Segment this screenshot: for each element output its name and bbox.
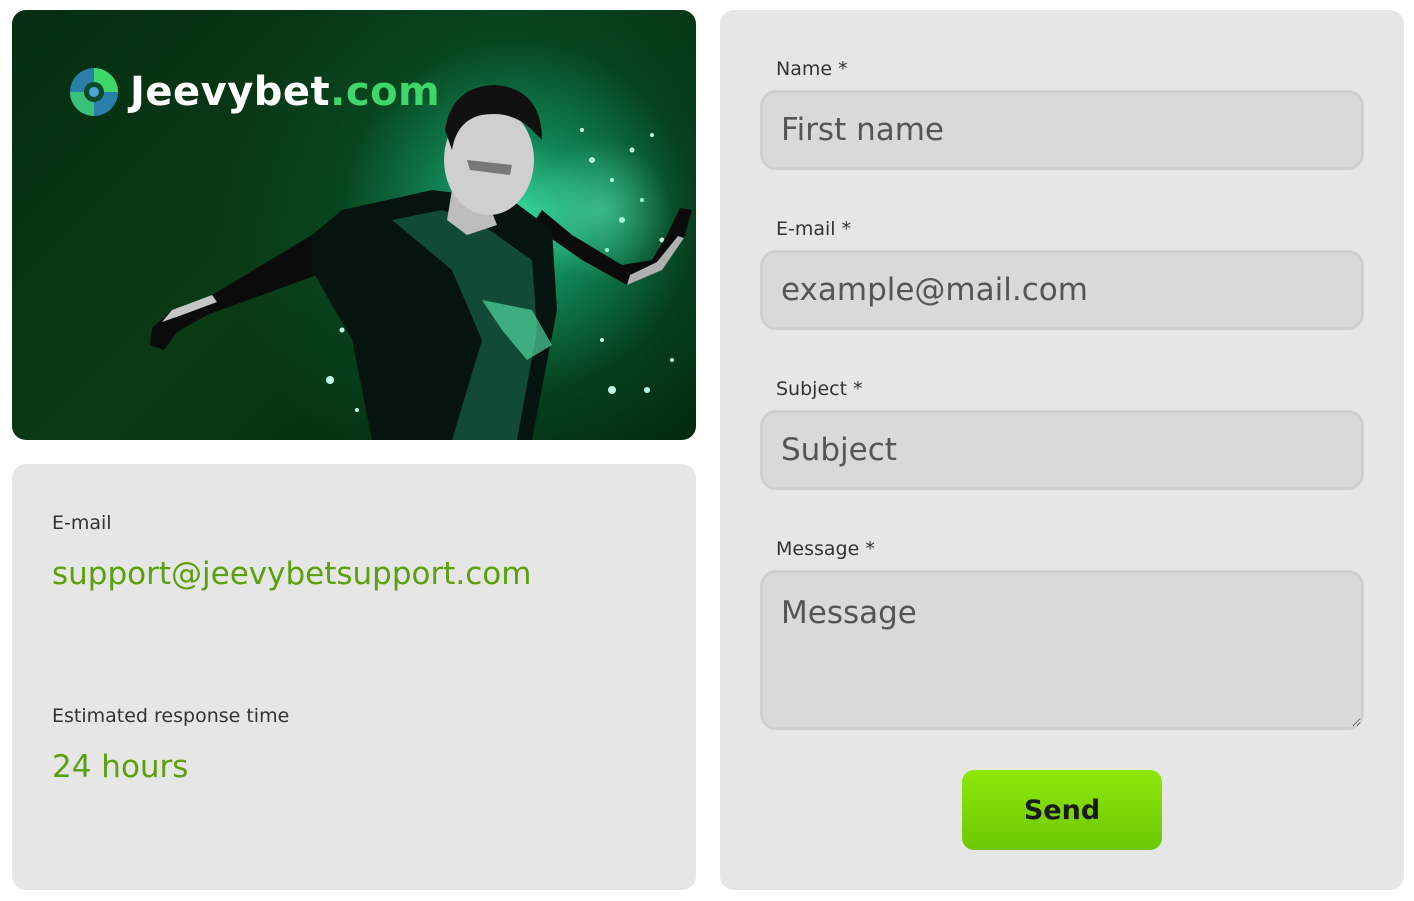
- message-field-label: Message *: [776, 538, 875, 560]
- response-time-label: Estimated response time: [52, 705, 290, 727]
- email-input[interactable]: [760, 250, 1364, 330]
- contact-info-panel: E-mail support@jeevybetsupport.com Estim…: [12, 464, 696, 890]
- brand-wordmark: Jeevybet.com: [130, 69, 440, 115]
- response-time-value: 24 hours: [52, 749, 189, 785]
- globe-logo-icon: [70, 68, 118, 116]
- contact-form: Name * E-mail * Subject * Message * Send: [720, 10, 1404, 890]
- support-email-link[interactable]: support@jeevybetsupport.com: [52, 556, 531, 592]
- name-input[interactable]: [760, 90, 1364, 170]
- subject-input[interactable]: [760, 410, 1364, 490]
- message-textarea[interactable]: [760, 570, 1364, 730]
- support-email-label: E-mail: [52, 512, 112, 534]
- brand-tld: .com: [330, 69, 441, 115]
- brand-name: Jeevybet: [130, 69, 331, 115]
- name-field-label: Name *: [776, 58, 848, 80]
- send-button[interactable]: Send: [962, 770, 1162, 850]
- subject-field-label: Subject *: [776, 378, 863, 400]
- promo-banner: Jeevybet.com: [12, 10, 696, 440]
- email-field-label: E-mail *: [776, 218, 852, 240]
- brand-logo[interactable]: Jeevybet.com: [68, 66, 440, 118]
